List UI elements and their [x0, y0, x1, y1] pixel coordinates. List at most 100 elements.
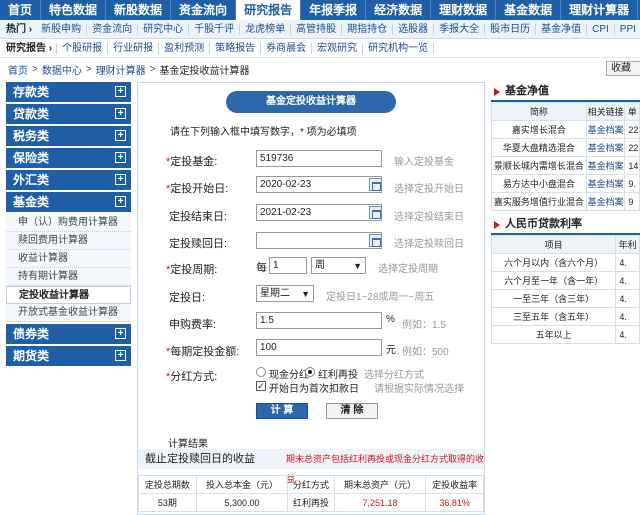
- chevron-down-icon: ▼: [353, 261, 362, 271]
- top-nav-item[interactable]: 基金数据: [496, 0, 562, 20]
- sidebar-group[interactable]: 外汇类 +: [6, 170, 131, 190]
- period-hint: 选择定投周期: [378, 264, 438, 275]
- table-cell[interactable]: 华夏大盘精选混合: [491, 138, 587, 157]
- table-cell[interactable]: 五年以上: [490, 325, 617, 344]
- favorite-button[interactable]: 收藏: [606, 61, 640, 76]
- hot-link[interactable]: 高管持股: [291, 23, 343, 35]
- cash-dividend-radio[interactable]: [256, 367, 266, 377]
- table-cell[interactable]: 景顺长城内需增长混合: [491, 156, 587, 175]
- sidebar-link[interactable]: 申（认）购费用计算器: [6, 214, 131, 232]
- top-nav-item[interactable]: 理财数据: [431, 0, 497, 20]
- sidebar-group[interactable]: 保险类 +: [6, 148, 131, 168]
- table-header-row: 项目 年利: [490, 235, 640, 254]
- research-link[interactable]: 研究机构一览: [363, 42, 435, 54]
- research-link[interactable]: 宏观研究: [312, 42, 364, 54]
- reinvest-radio[interactable]: [305, 367, 315, 377]
- table-cell[interactable]: 一至三年（含三年）: [490, 289, 617, 308]
- sidebar-group[interactable]: 税务类 +: [6, 126, 131, 146]
- hot-link[interactable]: 千股千评: [189, 23, 241, 35]
- top-nav-item[interactable]: 资金流向: [171, 0, 237, 20]
- dividend-hint: 选择分红方式: [364, 370, 424, 381]
- sidebar-link[interactable]: 收益计算器: [6, 250, 131, 268]
- research-link[interactable]: 盈利预测: [159, 42, 211, 54]
- sidebar-group-label: 税务类: [13, 129, 50, 143]
- sidebar-group[interactable]: 存款类 +: [6, 82, 131, 102]
- start-date-input[interactable]: 2020-02-23: [256, 176, 382, 193]
- sidebar-group-label: 保险类: [13, 151, 50, 165]
- calendar-icon[interactable]: [369, 206, 382, 219]
- table-cell[interactable]: 嘉实增长混合: [491, 120, 587, 139]
- hot-link[interactable]: 资金流向: [87, 23, 139, 35]
- table-cell[interactable]: 基金档案: [585, 156, 626, 175]
- hot-link[interactable]: 季报大全: [434, 23, 486, 35]
- table-cell[interactable]: 六个月以内（含六个月）: [490, 253, 617, 272]
- top-nav-item[interactable]: 研究报告: [236, 0, 302, 20]
- calendar-icon[interactable]: [369, 178, 382, 191]
- hot-link[interactable]: 龙虎榜单: [240, 23, 292, 35]
- research-link[interactable]: 券商晨会: [261, 42, 313, 54]
- redeem-date-input[interactable]: [256, 232, 382, 249]
- breadcrumb-calculators[interactable]: 理财计算器: [96, 62, 146, 77]
- top-nav-item[interactable]: 经济数据: [366, 0, 432, 20]
- fund-hint: 输入定投基金: [394, 157, 454, 168]
- expand-icon[interactable]: +: [115, 174, 126, 185]
- research-subnav: 研究报告 › 个股研报 行业研报 盈利预测 策略报告 券商晨会 宏观研究 研究机构一览: [0, 39, 640, 58]
- expand-icon[interactable]: +: [115, 130, 126, 141]
- table-cell[interactable]: 基金档案: [585, 138, 626, 157]
- hot-link[interactable]: 研究中心: [138, 23, 190, 35]
- top-nav-item[interactable]: 首页: [0, 0, 42, 20]
- breadcrumb-data-center[interactable]: 数据中心: [42, 62, 82, 77]
- top-nav-item[interactable]: 理财计算器: [561, 0, 639, 20]
- calculate-button[interactable]: 计 算: [256, 403, 308, 419]
- research-link[interactable]: 个股研报: [57, 42, 109, 54]
- clear-button[interactable]: 清 除: [326, 403, 378, 419]
- top-nav-item[interactable]: 特色数据: [41, 0, 107, 20]
- hot-link[interactable]: 股市日历: [485, 23, 537, 35]
- end-date-hint: 选择定投结束日: [394, 212, 464, 223]
- table-cell[interactable]: 基金档案: [585, 174, 626, 193]
- expand-icon[interactable]: +: [115, 108, 126, 119]
- research-link[interactable]: 行业研报: [108, 42, 160, 54]
- sidebar-link[interactable]: 定投收益计算器: [6, 286, 131, 304]
- sidebar-group[interactable]: 期货类 +: [6, 346, 131, 366]
- table-cell[interactable]: 六个月至一年（含一年）: [490, 271, 617, 290]
- hot-link[interactable]: 选股器: [393, 23, 435, 35]
- table-cell[interactable]: 基金档案: [585, 120, 626, 139]
- period-input[interactable]: 1: [269, 257, 307, 274]
- expand-icon[interactable]: +: [115, 196, 126, 207]
- expand-icon[interactable]: +: [115, 152, 126, 163]
- fund-label: *定投基金:: [166, 156, 218, 168]
- sidebar-link[interactable]: 持有期计算器: [6, 268, 131, 286]
- day-select[interactable]: 星期二 ▼: [256, 285, 314, 302]
- hot-link[interactable]: 新股申购: [36, 23, 88, 35]
- sidebar-link[interactable]: 赎回费用计算器: [6, 232, 131, 250]
- sidebar-group[interactable]: 贷款类 +: [6, 104, 131, 124]
- table-cell[interactable]: 嘉实服务增值行业混合: [491, 192, 587, 211]
- top-nav-item[interactable]: 年报季报: [301, 0, 367, 20]
- table-cell[interactable]: 三至五年（含五年）: [490, 307, 617, 326]
- hot-link[interactable]: PPI: [615, 24, 640, 35]
- table-cell[interactable]: 易方达中小盘混合: [491, 174, 587, 193]
- breadcrumb-home[interactable]: 首页: [0, 62, 28, 77]
- top-nav-item[interactable]: 新股数据: [106, 0, 172, 20]
- sidebar-group[interactable]: 债券类 +: [6, 324, 131, 344]
- table-row: 五年以上 4.: [490, 325, 640, 344]
- table-cell[interactable]: 基金档案: [585, 192, 626, 211]
- hot-link[interactable]: 期指持仓: [342, 23, 394, 35]
- first-debit-checkbox[interactable]: ✓: [256, 381, 266, 391]
- calendar-icon[interactable]: [369, 234, 382, 247]
- fee-input[interactable]: 1.5: [256, 312, 382, 329]
- expand-icon[interactable]: +: [115, 350, 126, 361]
- fee-hint: 例如：1.5: [402, 320, 446, 331]
- expand-icon[interactable]: +: [115, 86, 126, 97]
- fund-input[interactable]: 519736: [256, 150, 382, 167]
- research-link[interactable]: 策略报告: [210, 42, 262, 54]
- hot-link[interactable]: 基金净值: [536, 23, 588, 35]
- amount-input[interactable]: 100: [256, 339, 382, 356]
- expand-icon[interactable]: +: [115, 328, 126, 339]
- hot-link[interactable]: CPI: [587, 23, 615, 35]
- period-unit-select[interactable]: 周 ▼: [311, 257, 366, 274]
- sidebar-group[interactable]: 基金类 +: [6, 192, 131, 212]
- sidebar-link[interactable]: 开放式基金收益计算器: [6, 304, 131, 322]
- end-date-input[interactable]: 2021-02-23: [256, 204, 382, 221]
